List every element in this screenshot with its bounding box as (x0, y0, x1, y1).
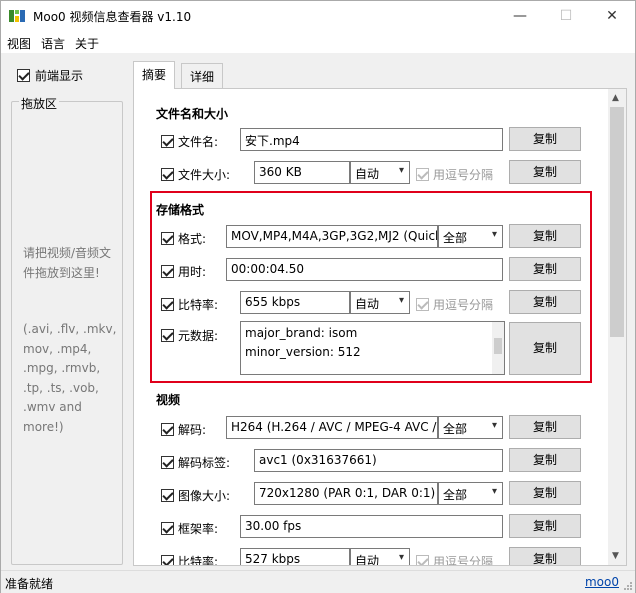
copy-filename-button[interactable]: 复制 (509, 127, 581, 151)
fps-checkbox[interactable] (161, 522, 174, 535)
copy-codec-button[interactable]: 复制 (509, 415, 581, 439)
filesize-comma-option: 用逗号分隔 (416, 166, 493, 183)
chevron-down-icon: ▾ (491, 486, 497, 497)
drop-hint-text: 请把视频/音频文件拖放到这里! (23, 246, 112, 280)
image-size-field[interactable]: 720x1280 (PAR 0:1, DAR 0:1) (254, 482, 438, 505)
title-bar: Moo0 视频信息查看器 v1.10 — ☐ ✕ (1, 1, 635, 31)
chevron-down-icon: ▾ (398, 552, 404, 563)
menu-bar: 视图 语言 关于 (1, 31, 635, 53)
image-size-select[interactable]: 全部 ▾ (438, 482, 503, 505)
video-bitrate-checkbox[interactable] (161, 555, 174, 565)
drop-area-title: 拖放区 (19, 95, 60, 112)
tab-summary[interactable]: 摘要 (133, 61, 176, 89)
filesize-field[interactable]: 360 KB (254, 161, 350, 184)
app-logo-icon (9, 10, 25, 22)
menu-about[interactable]: 关于 (75, 35, 99, 52)
section-video-title: 视频 (156, 393, 181, 407)
status-bar: 准备就绪 moo0 (1, 570, 635, 593)
chevron-down-icon: ▾ (398, 165, 404, 176)
video-bitrate-row: 比特率: 527 kbps 自动 ▾ 用逗号分隔 复制 (134, 541, 608, 565)
highlight-box (150, 191, 592, 383)
codec-checkbox[interactable] (161, 423, 174, 436)
menu-view[interactable]: 视图 (7, 35, 31, 52)
filename-field-label[interactable]: 文件名: (161, 133, 218, 150)
close-button[interactable]: ✕ (589, 1, 635, 31)
filesize-comma-checkbox (416, 168, 429, 181)
chevron-down-icon: ▾ (491, 420, 497, 431)
scroll-up-icon[interactable]: ▲ (612, 93, 619, 103)
copy-fps-button[interactable]: 复制 (509, 514, 581, 538)
codec-field[interactable]: H264 (H.264 / AVC / MPEG-4 AVC / MPEG-4 (226, 416, 438, 439)
codec-tag-field[interactable]: avc1 (0x31637661) (254, 449, 503, 472)
maximize-button[interactable]: ☐ (543, 1, 589, 31)
filesize-checkbox[interactable] (161, 168, 174, 181)
filename-field[interactable]: 安下.mp4 (240, 128, 503, 151)
codec-field-label[interactable]: 解码: (161, 421, 206, 438)
status-text: 准备就绪 (5, 577, 54, 591)
resize-grip-icon[interactable] (623, 581, 633, 591)
filename-checkbox[interactable] (161, 135, 174, 148)
filesize-field-label[interactable]: 文件大小: (161, 166, 230, 183)
window-title: Moo0 视频信息查看器 v1.10 (33, 10, 192, 24)
codec-select[interactable]: 全部 ▾ (438, 416, 503, 439)
minimize-button[interactable]: — (497, 1, 543, 31)
fps-field-label[interactable]: 框架率: (161, 520, 218, 537)
front-display-label: 前端显示 (35, 69, 84, 83)
scrollbar-thumb[interactable] (610, 107, 624, 337)
page-scrollbar[interactable]: ▲ ▼ (608, 89, 626, 565)
menu-language[interactable]: 语言 (41, 35, 65, 52)
video-bitrate-unit-select[interactable]: 自动 ▾ (350, 548, 410, 565)
video-bitrate-field[interactable]: 527 kbps (240, 548, 350, 565)
drop-extensions-text: (.avi, .flv, .mkv, mov, .mp4, .mpg, .rmv… (23, 322, 117, 434)
copy-image-size-button[interactable]: 复制 (509, 481, 581, 505)
fps-field[interactable]: 30.00 fps (240, 515, 503, 538)
front-display-toggle[interactable]: 前端显示 (17, 67, 83, 84)
copy-video-bitrate-button[interactable]: 复制 (509, 547, 581, 565)
video-bitrate-comma-checkbox (416, 555, 429, 565)
image-size-field-label[interactable]: 图像大小: (161, 487, 230, 504)
scroll-down-icon[interactable]: ▼ (612, 551, 619, 561)
codec-tag-field-label[interactable]: 解码标签: (161, 454, 230, 471)
moo0-link[interactable]: moo0 (585, 575, 619, 589)
video-bitrate-field-label[interactable]: 比特率: (161, 553, 218, 565)
app-window: Moo0 视频信息查看器 v1.10 — ☐ ✕ 视图 语言 关于 前端显示 拖… (0, 0, 636, 593)
copy-codec-tag-button[interactable]: 复制 (509, 448, 581, 472)
front-display-checkbox[interactable] (17, 69, 30, 82)
codec-tag-checkbox[interactable] (161, 456, 174, 469)
video-bitrate-comma-option: 用逗号分隔 (416, 553, 493, 565)
copy-filesize-button[interactable]: 复制 (509, 160, 581, 184)
image-size-checkbox[interactable] (161, 489, 174, 502)
tab-details[interactable]: 详细 (181, 63, 224, 88)
section-file-title: 文件名和大小 (156, 107, 229, 121)
filesize-unit-select[interactable]: 自动 ▾ (350, 161, 410, 184)
